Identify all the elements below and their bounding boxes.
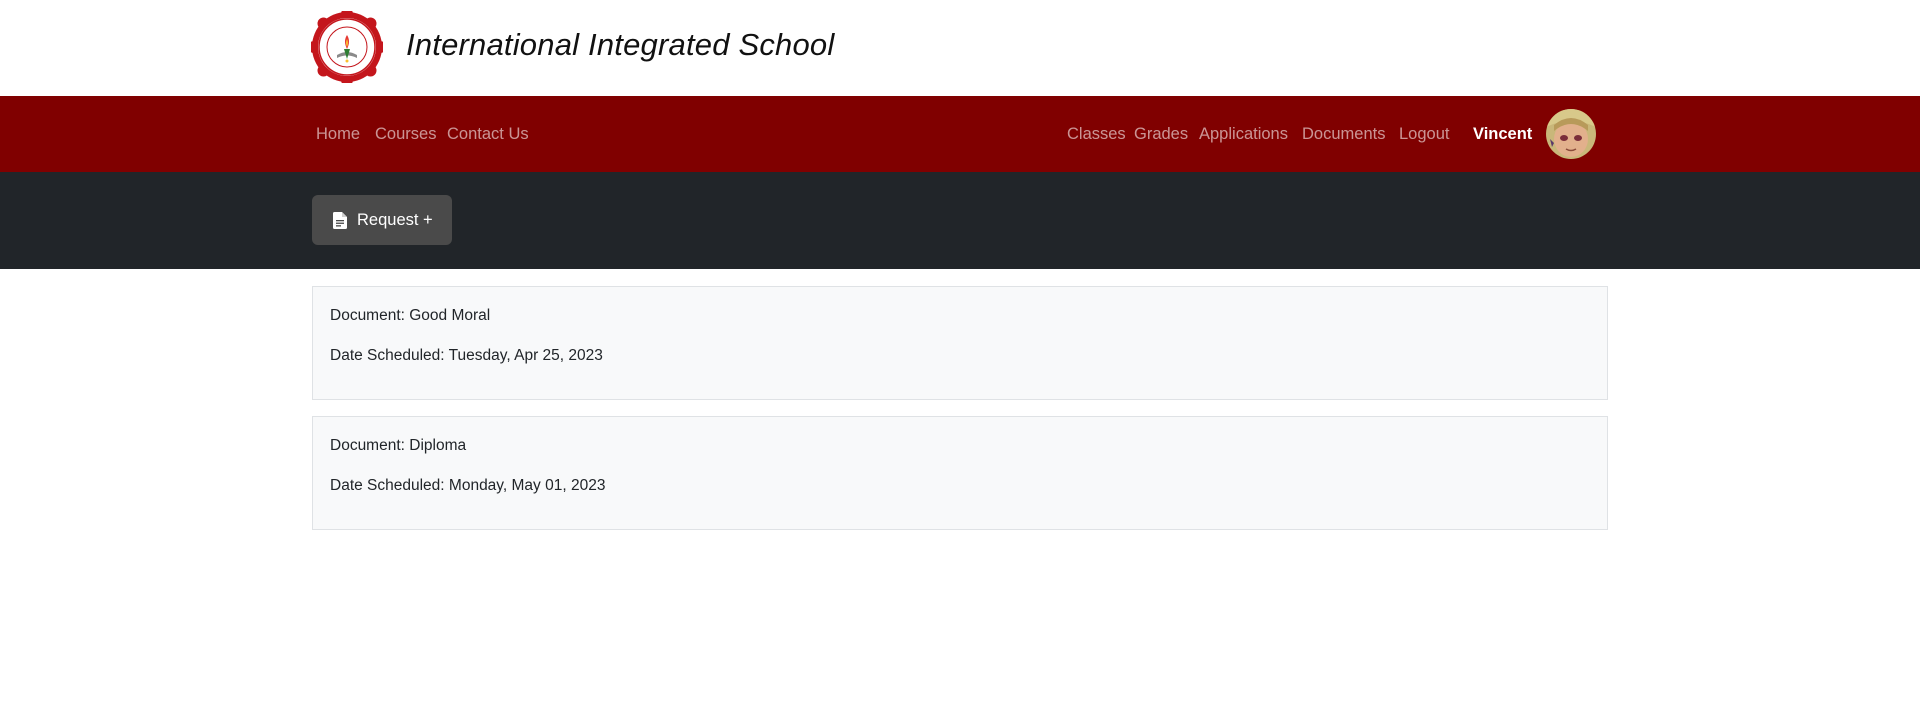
action-bar: Request + <box>0 172 1920 269</box>
date-scheduled: Date Scheduled: Tuesday, Apr 25, 2023 <box>330 347 603 364</box>
main-navbar: Home Courses Contact Us Classes Grades A… <box>0 96 1920 172</box>
nav-documents-link[interactable]: Documents <box>1302 96 1385 172</box>
user-name[interactable]: Vincent <box>1473 96 1532 172</box>
request-button-label: Request + <box>357 210 433 229</box>
document-name: Document: Diploma <box>330 437 467 454</box>
nav-courses-link[interactable]: Courses <box>375 96 436 172</box>
request-button[interactable]: Request + <box>312 195 452 245</box>
school-logo-icon[interactable] <box>308 8 386 86</box>
nav-grades-link[interactable]: Grades <box>1134 96 1188 172</box>
document-name: Document: Good Moral <box>330 307 491 324</box>
document-icon <box>333 211 347 229</box>
document-card: Document: Good Moral Date Scheduled: Tue… <box>312 286 1608 400</box>
nav-classes-link[interactable]: Classes <box>1067 96 1126 172</box>
nav-logout-link[interactable]: Logout <box>1399 96 1449 172</box>
date-scheduled: Date Scheduled: Monday, May 01, 2023 <box>330 477 606 494</box>
document-card: Document: Diploma Date Scheduled: Monday… <box>312 416 1608 530</box>
nav-contact-us-link[interactable]: Contact Us <box>447 96 529 172</box>
nav-home-link[interactable]: Home <box>316 96 360 172</box>
nav-applications-link[interactable]: Applications <box>1199 96 1288 172</box>
school-title: International Integrated School <box>406 27 835 62</box>
user-avatar-icon[interactable] <box>1546 109 1596 159</box>
brand-header: International Integrated School <box>0 0 1920 96</box>
